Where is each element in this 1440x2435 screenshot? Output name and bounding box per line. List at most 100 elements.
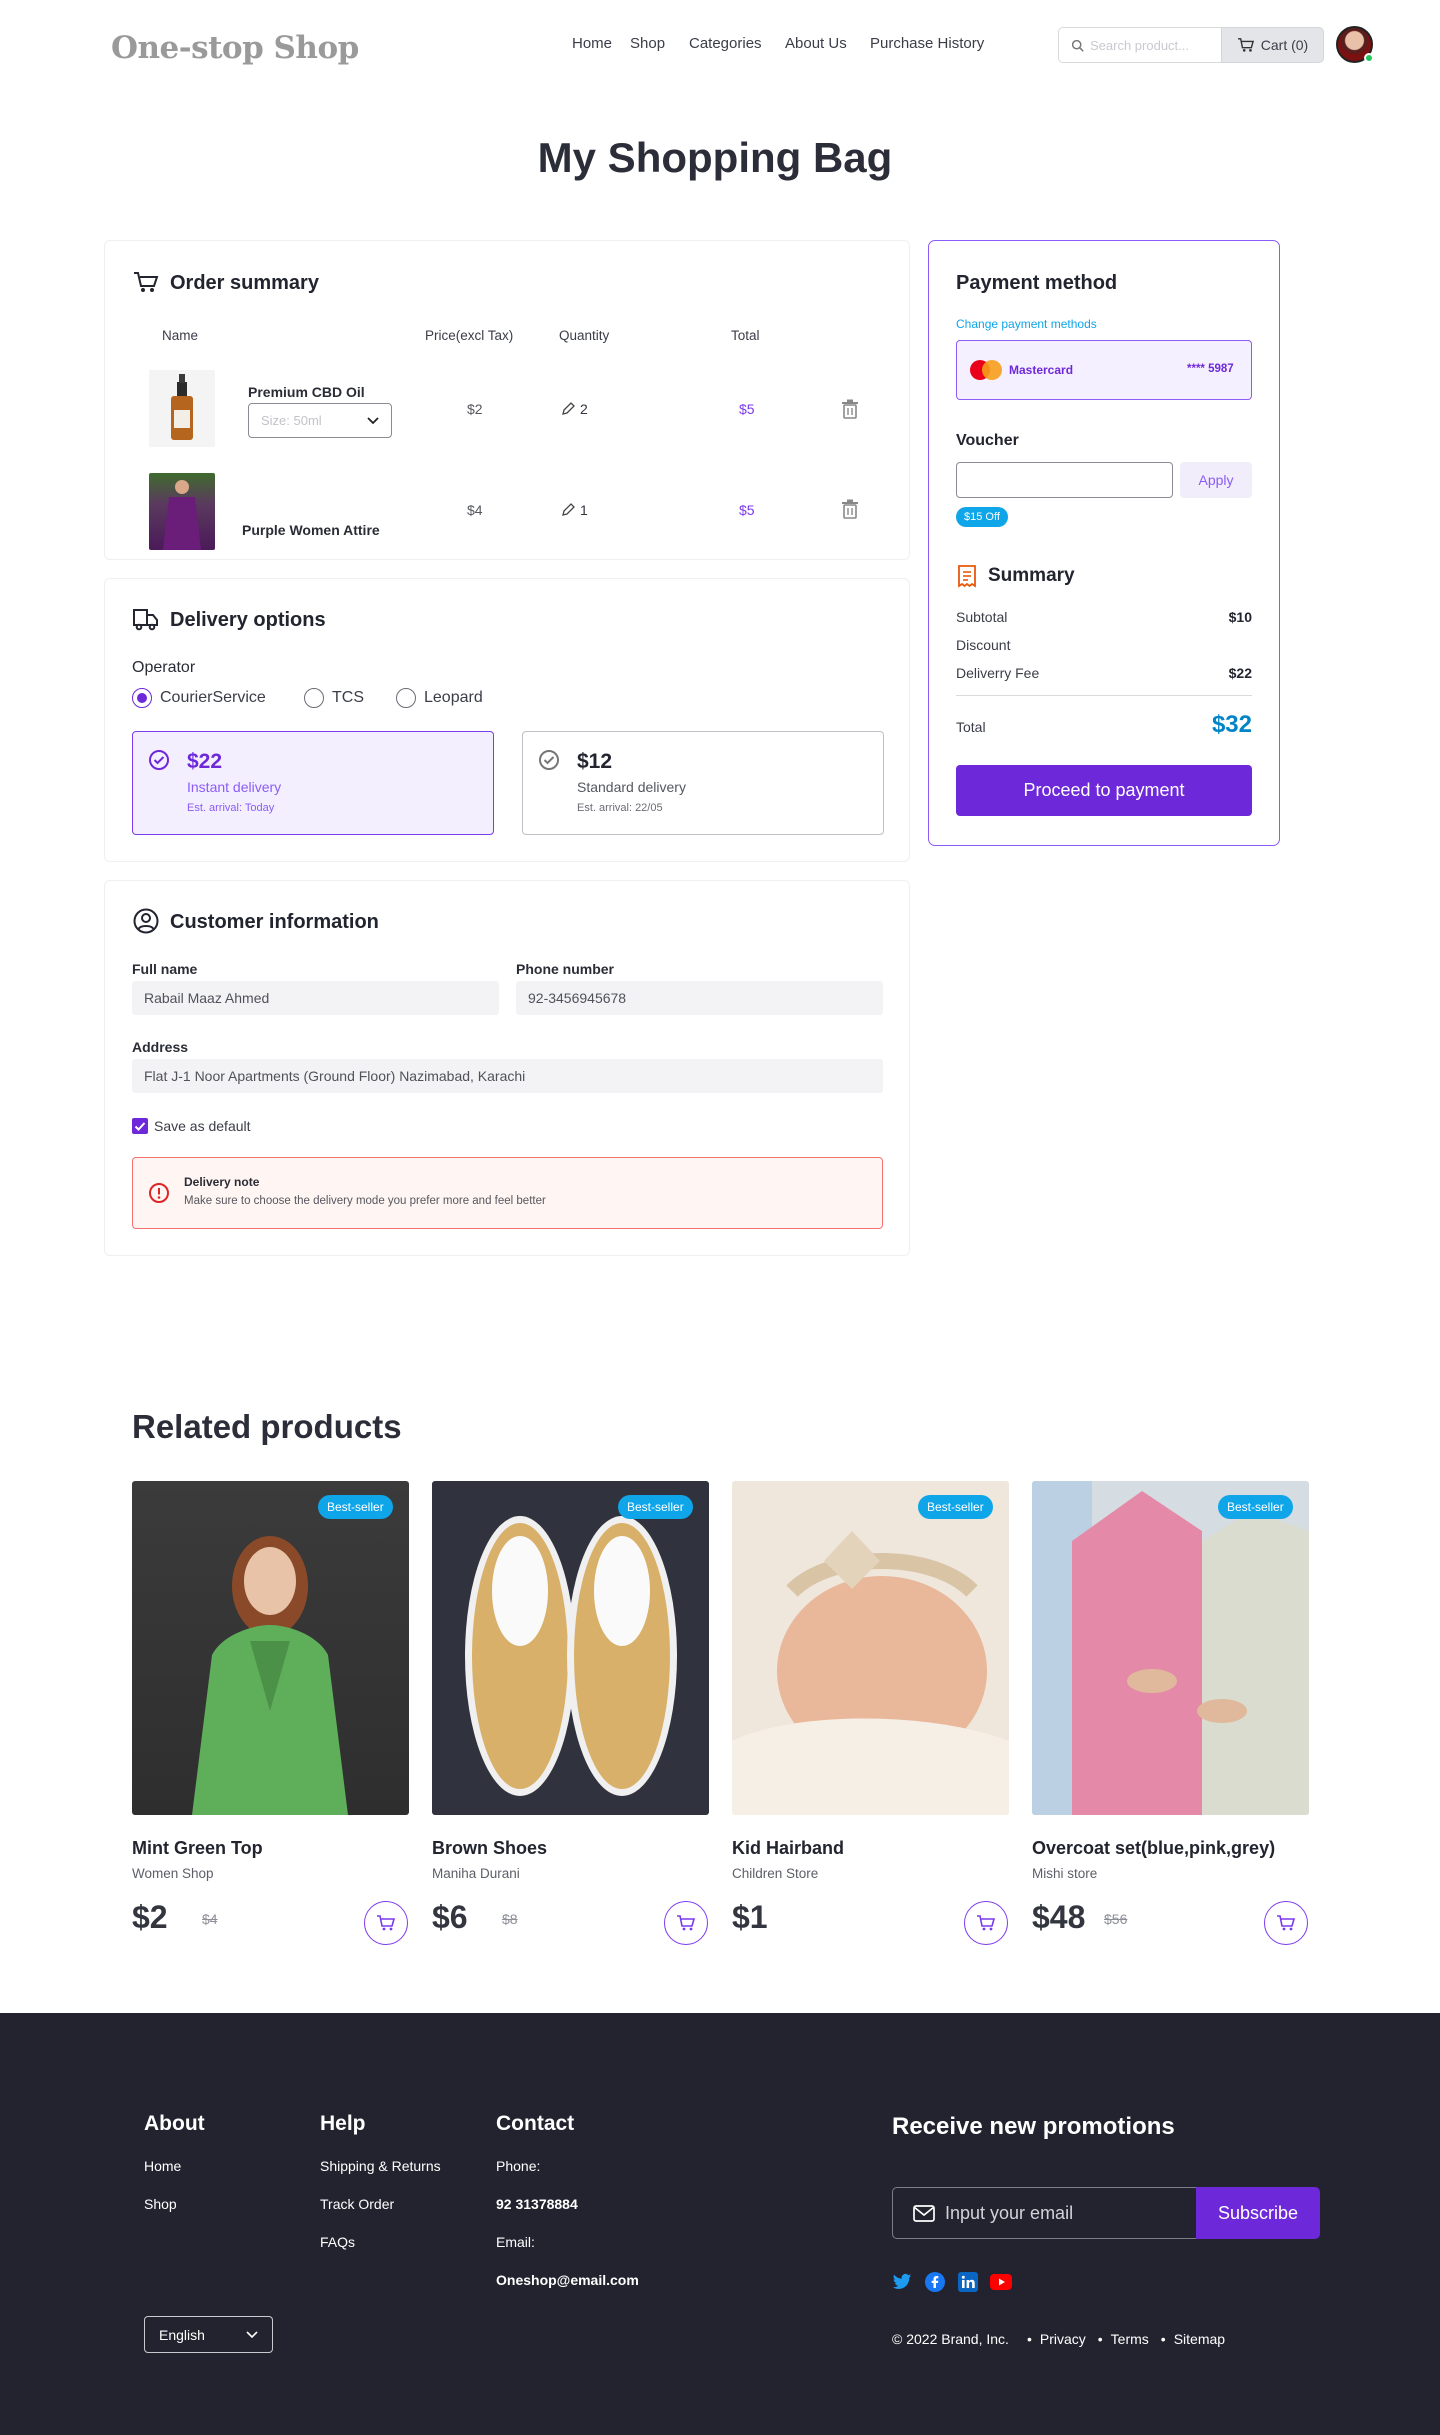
promo-email-input[interactable]: Input your email xyxy=(892,2187,1197,2239)
nav-home[interactable]: Home xyxy=(572,35,612,52)
product-image-brown-shoes[interactable] xyxy=(432,1481,709,1815)
check-circle-icon xyxy=(539,750,559,770)
promo-email-placeholder: Input your email xyxy=(945,2202,1074,2223)
change-payment-link[interactable]: Change payment methods xyxy=(956,317,1097,331)
search-placeholder: Search product... xyxy=(1090,37,1189,53)
full-name-field[interactable]: Rabail Maaz Ahmed xyxy=(132,981,499,1015)
add-to-cart-button[interactable] xyxy=(1264,1901,1308,1945)
delivery-note-text: Make sure to choose the delivery mode yo… xyxy=(184,1195,546,1207)
save-default-checkbox[interactable] xyxy=(132,1118,148,1134)
footer-link-home[interactable]: Home xyxy=(144,2158,181,2174)
language-select[interactable]: English xyxy=(144,2316,273,2353)
proceed-to-payment-button[interactable]: Proceed to payment xyxy=(956,765,1252,816)
product-shop: Maniha Durani xyxy=(432,1866,520,1881)
full-name-value: Rabail Maaz Ahmed xyxy=(144,990,270,1006)
subtotal-label: Subtotal xyxy=(956,609,1008,625)
customer-information-title: Customer information xyxy=(170,911,379,933)
edit-pencil-icon[interactable] xyxy=(561,503,575,517)
delivery-options-title: Delivery options xyxy=(170,609,326,631)
product-image-kid-hairband[interactable] xyxy=(732,1481,1009,1815)
product-image-overcoat-set[interactable] xyxy=(1032,1481,1309,1815)
apply-voucher-button[interactable]: Apply xyxy=(1180,462,1252,498)
item-quantity: 2 xyxy=(580,401,588,417)
brand-logo[interactable]: One-stop Shop xyxy=(111,30,359,66)
footer-link-terms[interactable]: Terms xyxy=(1111,2331,1149,2347)
twitter-icon[interactable] xyxy=(892,2273,912,2291)
linkedin-icon[interactable] xyxy=(958,2272,978,2292)
payment-method-title: Payment method xyxy=(956,272,1118,294)
cart-icon xyxy=(1277,1915,1296,1931)
chevron-down-icon xyxy=(246,2330,258,2338)
voucher-label: Voucher xyxy=(956,432,1019,449)
best-seller-badge: Best-seller xyxy=(918,1495,993,1519)
footer-email[interactable]: Oneshop@email.com xyxy=(496,2272,639,2288)
col-total: Total xyxy=(731,328,760,343)
cart-button[interactable]: Cart (0) xyxy=(1221,27,1324,63)
total-label: Total xyxy=(956,719,986,735)
add-to-cart-button[interactable] xyxy=(364,1901,408,1945)
size-value: Size: 50ml xyxy=(261,413,322,428)
footer-email-label: Email: xyxy=(496,2234,535,2250)
product-name[interactable]: Brown Shoes xyxy=(432,1838,547,1859)
edit-pencil-icon[interactable] xyxy=(561,402,575,416)
item-price: $4 xyxy=(467,502,483,518)
footer-link-shipping-returns[interactable]: Shipping & Returns xyxy=(320,2158,441,2174)
footer-link-faqs[interactable]: FAQs xyxy=(320,2234,355,2250)
address-field[interactable]: Flat J-1 Noor Apartments (Ground Floor) … xyxy=(132,1059,883,1093)
apply-label: Apply xyxy=(1198,472,1234,488)
item-name: Purple Women Attire xyxy=(242,522,380,538)
voucher-tag[interactable]: $15 Off xyxy=(956,507,1008,527)
search-input[interactable]: Search product... xyxy=(1058,27,1222,63)
badge-label: Best-seller xyxy=(627,1500,684,1514)
trash-icon[interactable] xyxy=(839,398,861,420)
product-price: $48 xyxy=(1032,1899,1086,1935)
footer-link-privacy[interactable]: Privacy xyxy=(1040,2331,1086,2347)
delivery-eta: Est. arrival: Today xyxy=(187,802,275,814)
facebook-icon[interactable] xyxy=(925,2272,945,2292)
operator-courierservice-label: CourierService xyxy=(160,689,266,706)
summary-divider xyxy=(956,695,1252,696)
mastercard-icon xyxy=(970,360,1002,380)
voucher-input[interactable] xyxy=(956,462,1173,498)
add-to-cart-button[interactable] xyxy=(664,1901,708,1945)
add-to-cart-button[interactable] xyxy=(964,1901,1008,1945)
save-default-label: Save as default xyxy=(154,1118,251,1134)
subscribe-label: Subscribe xyxy=(1217,2202,1299,2223)
footer-link-track-order[interactable]: Track Order xyxy=(320,2196,394,2212)
footer-about-title: About xyxy=(144,2112,205,2135)
product-name[interactable]: Overcoat set(blue,pink,grey) xyxy=(1032,1838,1275,1859)
best-seller-badge: Best-seller xyxy=(618,1495,693,1519)
total-value: $32 xyxy=(1211,711,1252,738)
trash-icon[interactable] xyxy=(839,498,861,520)
radio-leopard[interactable] xyxy=(396,688,416,708)
footer-link-shop[interactable]: Shop xyxy=(144,2196,177,2212)
size-select[interactable]: Size: 50ml xyxy=(248,403,392,438)
nav-purchase-history[interactable]: Purchase History xyxy=(870,35,984,52)
delivery-note xyxy=(132,1157,883,1229)
address-label: Address xyxy=(132,1039,189,1055)
product-name[interactable]: Kid Hairband xyxy=(732,1838,844,1859)
best-seller-badge: Best-seller xyxy=(318,1495,393,1519)
footer-link-sitemap[interactable]: Sitemap xyxy=(1174,2331,1225,2347)
language-value: English xyxy=(159,2326,205,2343)
bullet-separator: • xyxy=(1160,2331,1166,2347)
product-name[interactable]: Mint Green Top xyxy=(132,1838,263,1859)
youtube-icon[interactable] xyxy=(990,2274,1012,2290)
nav-shop[interactable]: Shop xyxy=(630,35,665,52)
radio-courierservice[interactable] xyxy=(132,688,152,708)
phone-number-field[interactable]: 92-3456945678 xyxy=(516,981,883,1015)
footer-phone: 92 31378884 xyxy=(496,2196,578,2212)
item-total: $5 xyxy=(739,502,755,518)
operator-label: Operator xyxy=(132,659,196,676)
product-image-cbd-oil xyxy=(149,370,215,447)
subtotal-value: $10 xyxy=(1228,609,1252,625)
subscribe-button[interactable]: Subscribe xyxy=(1196,2187,1320,2239)
product-image-mint-green-top[interactable] xyxy=(132,1481,409,1815)
nav-categories[interactable]: Categories xyxy=(689,35,762,52)
product-shop: Women Shop xyxy=(132,1866,214,1881)
nav-about-us[interactable]: About Us xyxy=(785,35,847,52)
user-circle-icon xyxy=(133,908,159,934)
col-price: Price(excl Tax) xyxy=(425,328,514,343)
radio-tcs[interactable] xyxy=(304,688,324,708)
operator-leopard-label: Leopard xyxy=(424,689,483,706)
